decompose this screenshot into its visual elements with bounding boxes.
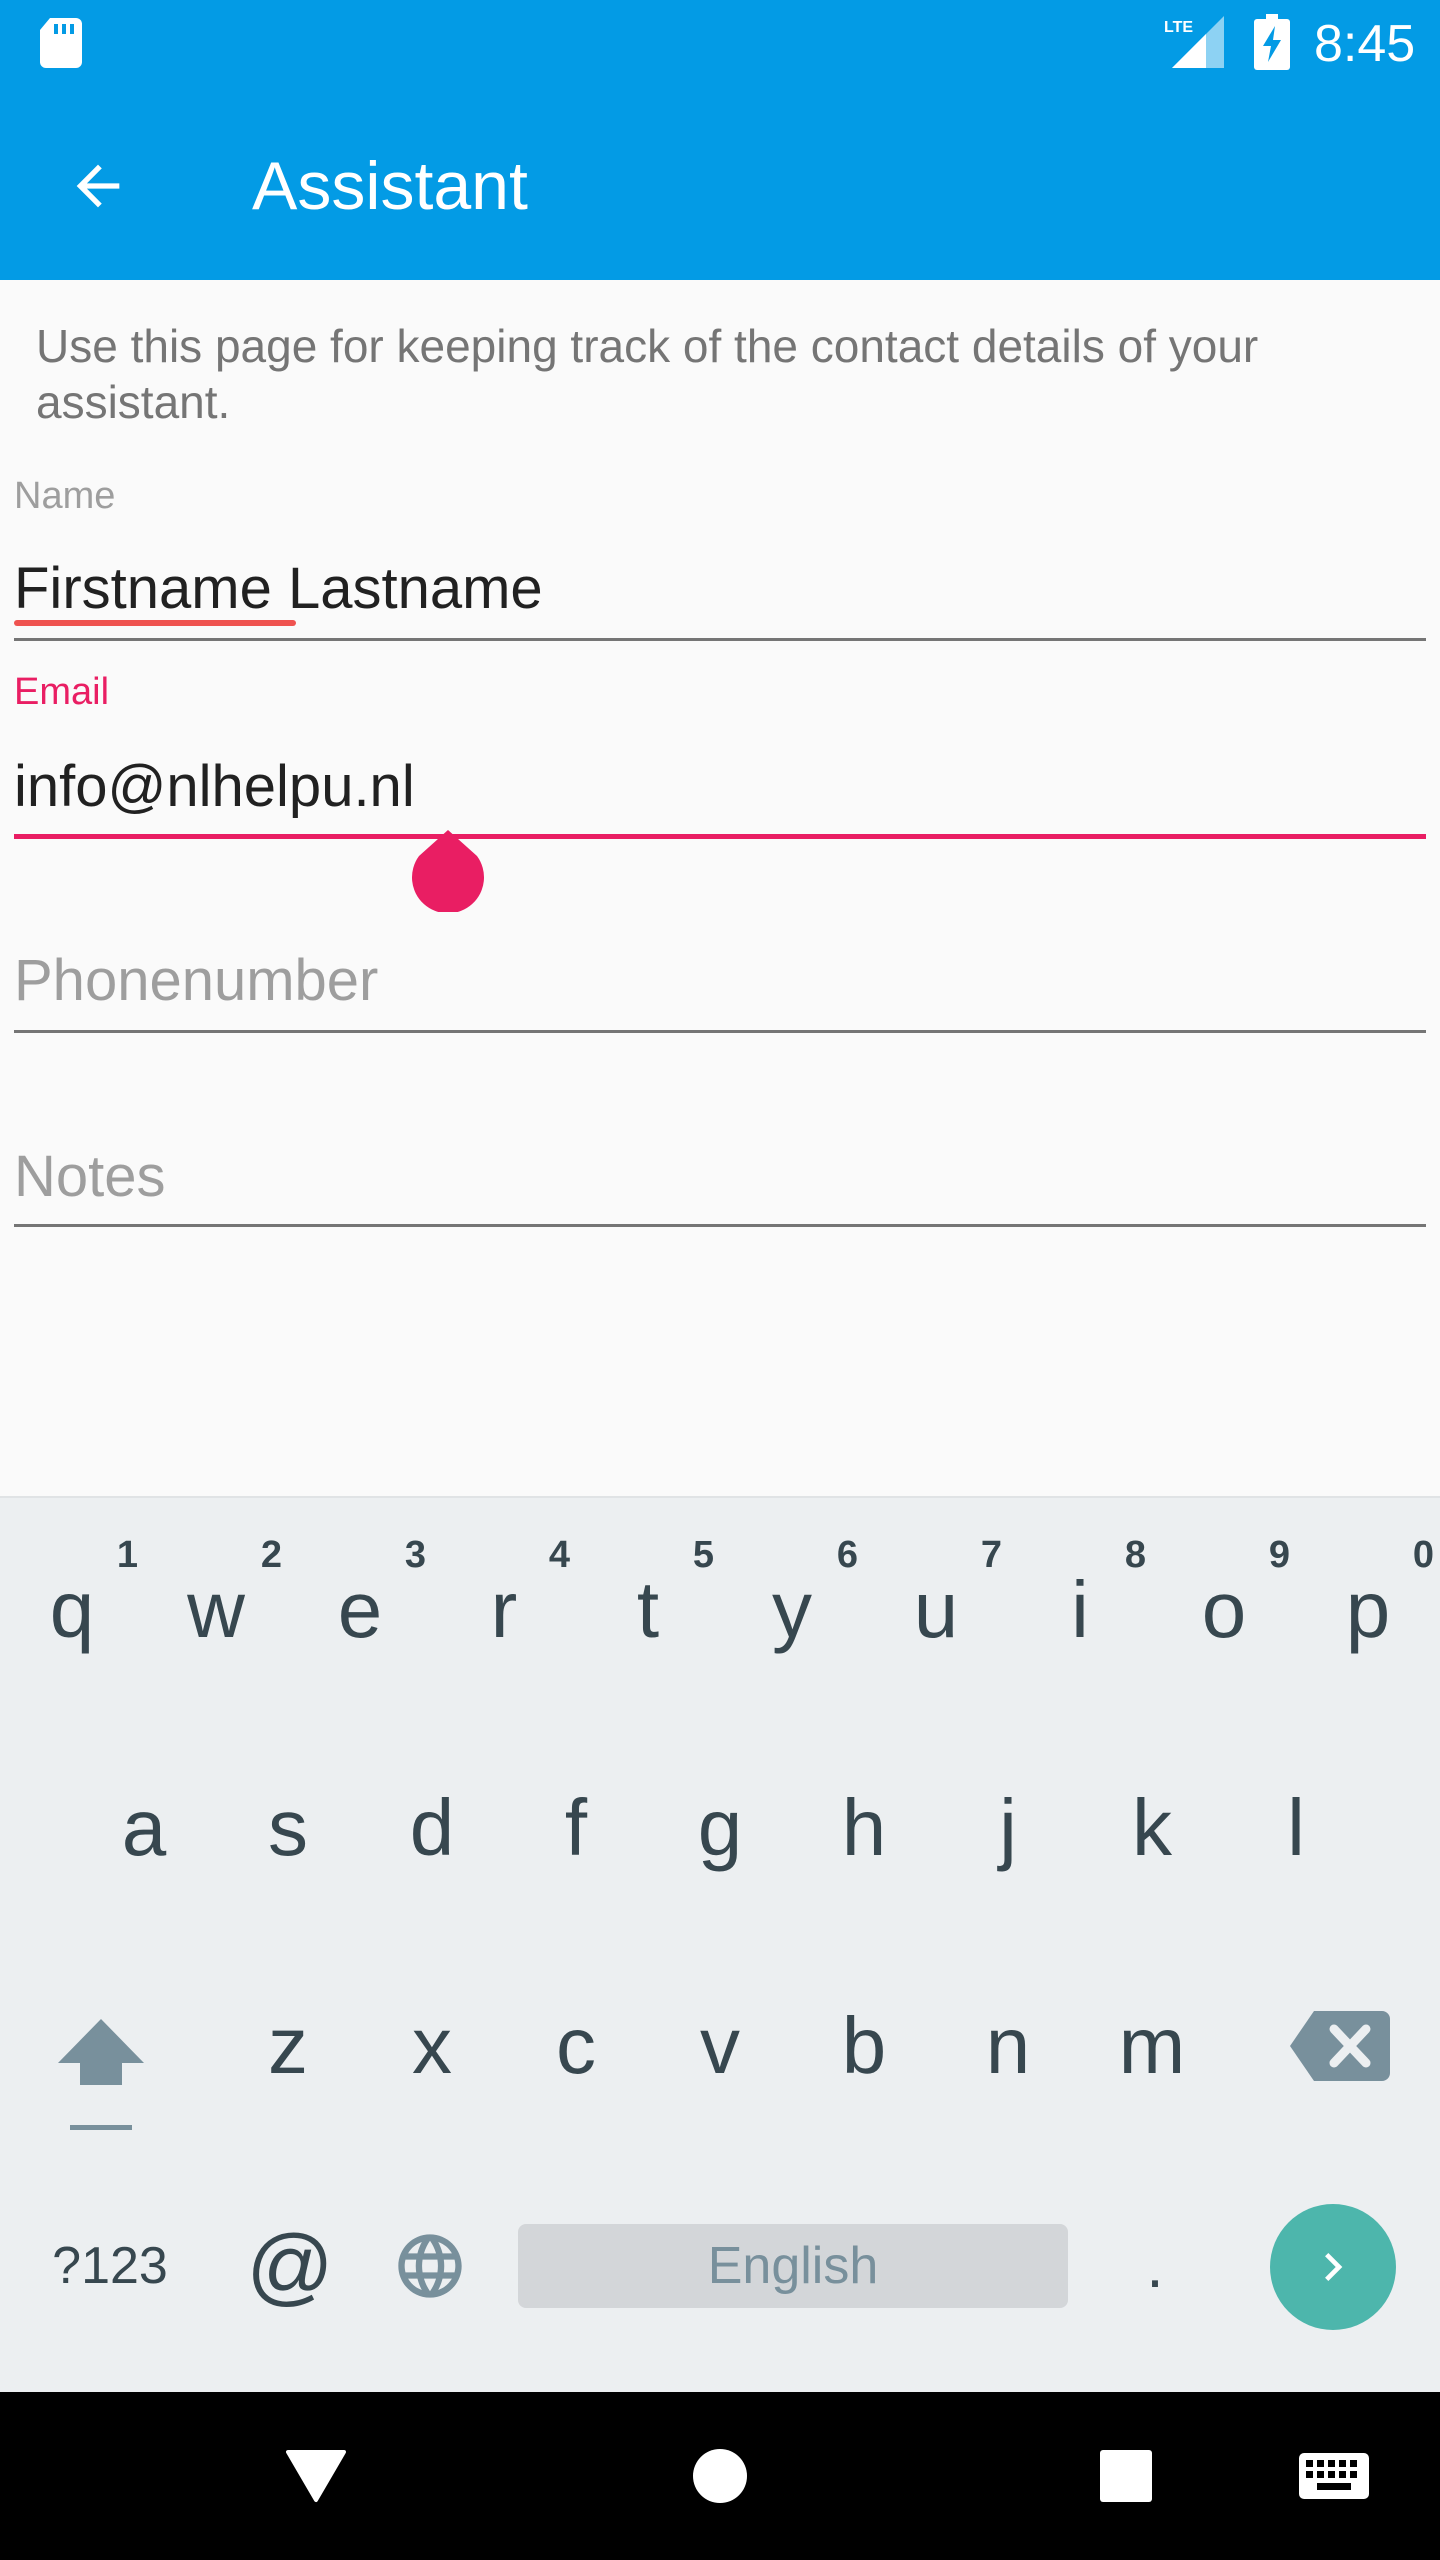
spellcheck-underline	[14, 620, 296, 626]
arrow-left-icon	[76, 164, 120, 208]
nav-recents-button[interactable]	[1066, 2420, 1186, 2532]
key-a[interactable]: a	[72, 1728, 216, 1928]
back-triangle-icon	[286, 2450, 346, 2502]
phone-field-underline	[14, 1030, 1426, 1033]
nav-home-button[interactable]	[660, 2420, 780, 2532]
key-q[interactable]: q1	[0, 1510, 144, 1710]
key-y[interactable]: y6	[720, 1510, 864, 1710]
space-key[interactable]: English	[518, 2224, 1068, 2308]
name-label: Name	[14, 475, 116, 517]
keyboard-icon	[1299, 2453, 1369, 2499]
email-field-underline	[14, 834, 1426, 839]
key-k[interactable]: k	[1080, 1728, 1224, 1928]
language-key[interactable]	[380, 2216, 480, 2316]
key-z[interactable]: z	[216, 1946, 360, 2146]
key-f[interactable]: f	[504, 1728, 648, 1928]
shift-arrow-icon	[58, 2019, 144, 2130]
name-field[interactable]: Firstname Lastname	[14, 554, 543, 624]
key-d[interactable]: d	[360, 1728, 504, 1928]
back-button[interactable]	[48, 136, 148, 236]
nav-back-button[interactable]	[256, 2420, 376, 2532]
page-title: Assistant	[252, 148, 528, 224]
text-cursor-handle[interactable]	[411, 830, 485, 912]
recents-square-icon	[1100, 2450, 1152, 2502]
key-l[interactable]: l	[1224, 1728, 1368, 1928]
key-p[interactable]: p0	[1296, 1510, 1440, 1710]
next-button[interactable]	[1270, 2204, 1396, 2330]
key-e[interactable]: e3	[288, 1510, 432, 1710]
key-h[interactable]: h	[792, 1728, 936, 1928]
email-field[interactable]: info@nlhelpu.nl	[14, 752, 415, 822]
app-bar: Assistant	[0, 88, 1440, 280]
period-key[interactable]: .	[1100, 2216, 1210, 2316]
chevron-right-icon	[1325, 2253, 1343, 2281]
lte-signal-icon: LTE	[1164, 16, 1224, 68]
backspace-icon	[1290, 2011, 1390, 2081]
at-key[interactable]: @	[230, 2206, 350, 2326]
symbols-key[interactable]: ?123	[20, 2216, 200, 2316]
key-j[interactable]: j	[936, 1728, 1080, 1928]
key-m[interactable]: m	[1080, 1946, 1224, 2146]
status-clock: 8:45	[1314, 15, 1416, 73]
key-r[interactable]: r4	[432, 1510, 576, 1710]
key-v[interactable]: v	[648, 1946, 792, 2146]
key-o[interactable]: o9	[1152, 1510, 1296, 1710]
email-label: Email	[14, 671, 110, 713]
notes-field[interactable]: Notes	[14, 1142, 166, 1212]
key-u[interactable]: u7	[864, 1510, 1008, 1710]
intro-text: Use this page for keeping track of the c…	[36, 320, 1259, 428]
key-w[interactable]: w2	[144, 1510, 288, 1710]
key-t[interactable]: t5	[576, 1510, 720, 1710]
key-n[interactable]: n	[936, 1946, 1080, 2146]
key-x[interactable]: x	[360, 1946, 504, 2146]
globe-icon	[398, 2234, 462, 2298]
notes-field-underline	[14, 1224, 1426, 1227]
battery-charging-icon	[1254, 14, 1290, 70]
name-field-underline	[14, 638, 1426, 641]
status-bar: LTE 8:45	[0, 0, 1440, 88]
sd-card-icon	[40, 18, 82, 68]
svg-text:LTE: LTE	[1164, 19, 1193, 36]
backspace-key[interactable]	[1280, 1996, 1400, 2096]
phone-field[interactable]: Phonenumber	[14, 946, 378, 1016]
home-circle-icon	[693, 2449, 747, 2503]
key-g[interactable]: g	[648, 1728, 792, 1928]
shift-key[interactable]	[36, 1996, 166, 2146]
key-i[interactable]: i8	[1008, 1510, 1152, 1710]
key-s[interactable]: s	[216, 1728, 360, 1928]
nav-keyboard-button[interactable]	[1274, 2430, 1394, 2522]
key-c[interactable]: c	[504, 1946, 648, 2146]
key-b[interactable]: b	[792, 1946, 936, 2146]
